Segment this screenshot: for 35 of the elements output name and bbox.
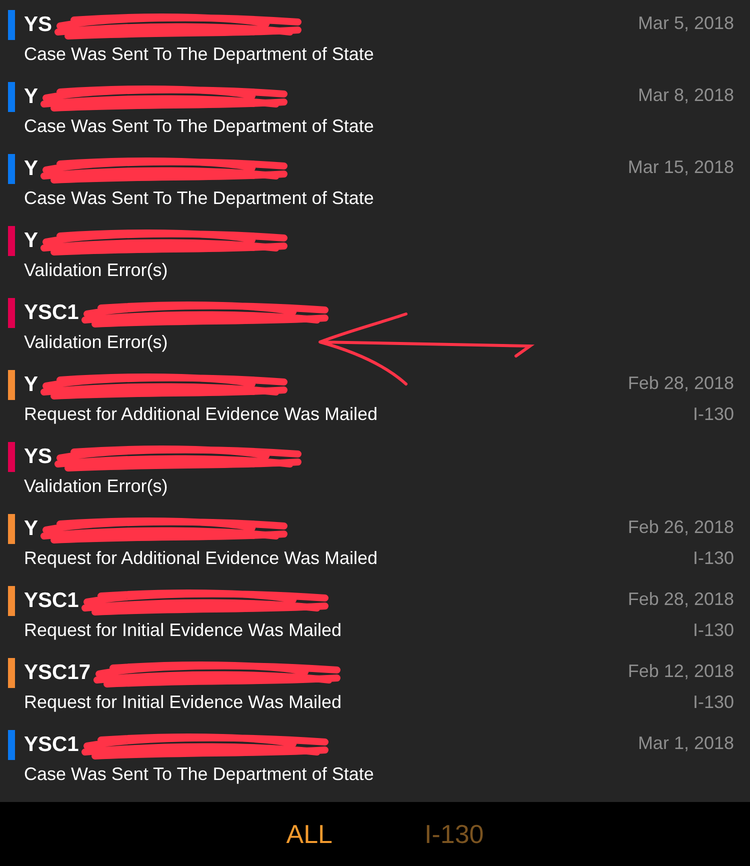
case-date: Feb 28, 2018 — [628, 588, 734, 611]
case-number: YSC1 — [24, 300, 79, 326]
form-type: I-130 — [692, 619, 734, 642]
case-number: Y — [24, 84, 38, 110]
case-status: Validation Error(s) — [24, 331, 168, 354]
form-type: I-130 — [692, 403, 734, 426]
case-status: Request for Initial Evidence Was Mailed — [24, 691, 342, 714]
case-date: Mar 5, 2018 — [638, 12, 734, 35]
case-status: Case Was Sent To The Department of State — [24, 763, 374, 786]
case-status: Case Was Sent To The Department of State — [24, 115, 374, 138]
case-number: YS — [24, 12, 52, 38]
case-date: Mar 1, 2018 — [638, 732, 734, 755]
form-type: I-130 — [692, 547, 734, 570]
case-status: Request for Initial Evidence Was Mailed — [24, 619, 342, 642]
case-number: YS — [24, 444, 52, 470]
case-status: Case Was Sent To The Department of State — [24, 187, 374, 210]
case-date: Feb 26, 2018 — [628, 516, 734, 539]
case-date: Mar 15, 2018 — [628, 156, 734, 179]
case-date: Feb 12, 2018 — [628, 660, 734, 683]
case-date: Mar 8, 2018 — [638, 84, 734, 107]
filter-tab[interactable]: ALL — [286, 814, 332, 854]
form-type: I-130 — [692, 691, 734, 714]
case-number: Y — [24, 372, 38, 398]
case-number: YSC17 — [24, 660, 91, 686]
case-number: Y — [24, 516, 38, 542]
case-status: Case Was Sent To The Department of State — [24, 43, 374, 66]
case-status: Request for Additional Evidence Was Mailed — [24, 547, 378, 570]
case-number: YSC1 — [24, 732, 79, 758]
case-date: Feb 28, 2018 — [628, 372, 734, 395]
case-number: Y — [24, 228, 38, 254]
case-status: Request for Additional Evidence Was Mailed — [24, 403, 378, 426]
case-status: Validation Error(s) — [24, 259, 168, 282]
case-number: Y — [24, 156, 38, 182]
case-status: Validation Error(s) — [24, 475, 168, 498]
case-number: YSC1 — [24, 588, 79, 614]
